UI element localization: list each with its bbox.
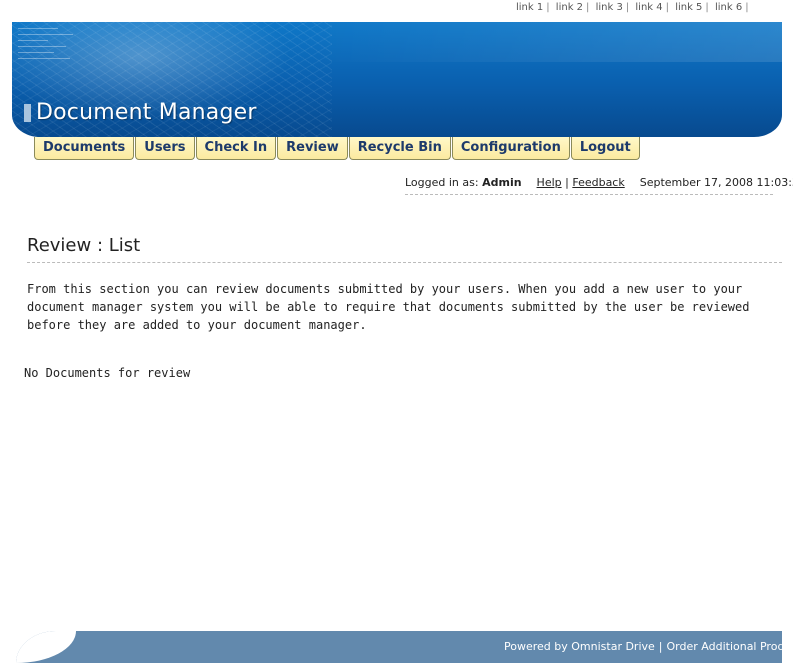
tab-check-in[interactable]: Check In [195, 137, 277, 160]
app-title: Document Manager [36, 100, 257, 125]
feedback-link[interactable]: Feedback [572, 176, 624, 189]
help-link[interactable]: Help [537, 176, 562, 189]
top-link-3[interactable]: link 3 [596, 2, 623, 13]
tab-recycle-bin[interactable]: Recycle Bin [348, 137, 451, 160]
order-products-link[interactable]: Order Additional Products [667, 640, 782, 653]
footer-bar: Powered by Omnistar Drive | Order Addition… [16, 631, 782, 663]
header-banner: Document Manager [12, 22, 782, 137]
logged-in-label: Logged in as: [405, 176, 479, 189]
top-links: link 1 | link 2 | link 3 | link 4 | link 5 | … [516, 2, 749, 13]
main-nav: Documents Users Check In Review Recycle … [34, 137, 641, 160]
current-datetime: September 17, 2008 11:03:37 am [639, 176, 793, 189]
top-link-4[interactable]: link 4 [635, 2, 662, 13]
section-description: From this section you can review documen… [27, 282, 750, 332]
empty-state-message: No Documents for review [24, 366, 191, 380]
top-link-2[interactable]: link 2 [556, 2, 583, 13]
tab-review[interactable]: Review [277, 137, 348, 160]
top-link-6[interactable]: link 6 [715, 2, 742, 13]
top-link-5[interactable]: link 5 [675, 2, 702, 13]
tab-logout[interactable]: Logout [570, 137, 640, 160]
powered-by-link[interactable]: Powered by Omnistar Drive [504, 640, 655, 653]
tab-configuration[interactable]: Configuration [451, 137, 570, 160]
top-link-1[interactable]: link 1 [516, 2, 543, 13]
status-line: Logged in as: Admin Help | Feedback Sept… [405, 176, 793, 195]
page-title: Review : List [27, 235, 782, 263]
tab-users[interactable]: Users [135, 137, 195, 160]
footer-links: Powered by Omnistar Drive | Order Addition… [504, 640, 782, 653]
current-user: Admin [482, 176, 522, 189]
title-accent-bar [24, 104, 31, 122]
banner-decoration [18, 28, 73, 64]
tab-documents[interactable]: Documents [34, 137, 135, 160]
